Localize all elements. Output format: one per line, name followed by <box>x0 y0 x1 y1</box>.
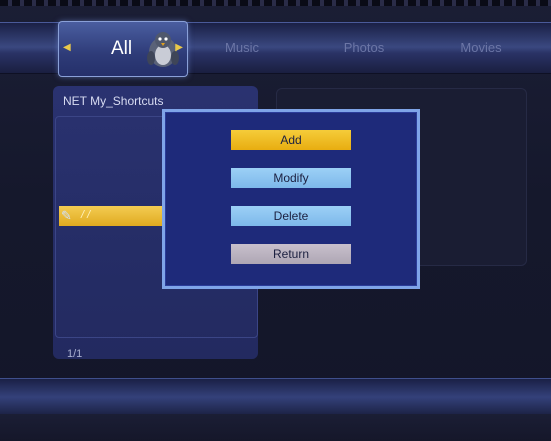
network-icon: ✎ <box>61 208 72 223</box>
media-player-screen: ◀ All ▶ Music Photos Movies NET My_Short… <box>0 0 551 441</box>
shortcut-options-dialog: Add Modify Delete Return <box>162 109 420 289</box>
bottom-bar <box>0 378 551 416</box>
tab-left-arrow-icon: ◀ <box>63 42 71 53</box>
page-indicator: 1/1 <box>67 348 83 360</box>
tab-movies[interactable]: Movies <box>446 23 516 73</box>
add-button[interactable]: Add <box>231 130 351 150</box>
tab-all[interactable]: ◀ All ▶ <box>58 21 188 77</box>
list-item-label: / / <box>81 209 91 221</box>
return-button[interactable]: Return <box>231 244 351 264</box>
list-item-selected[interactable]: ✎ / / <box>59 206 163 226</box>
tab-right-arrow-icon: ▶ <box>175 42 183 53</box>
modify-button[interactable]: Modify <box>231 168 351 188</box>
tab-photos[interactable]: Photos <box>334 23 394 73</box>
breadcrumb: NET My_Shortcuts <box>63 94 164 108</box>
tab-all-label: All <box>111 38 133 59</box>
tab-music[interactable]: Music <box>212 23 272 73</box>
top-decorative-strip <box>0 0 551 6</box>
category-tab-bar: ◀ All ▶ Music Photos Movies <box>0 21 551 77</box>
delete-button[interactable]: Delete <box>231 206 351 226</box>
bottom-strip <box>0 414 551 441</box>
